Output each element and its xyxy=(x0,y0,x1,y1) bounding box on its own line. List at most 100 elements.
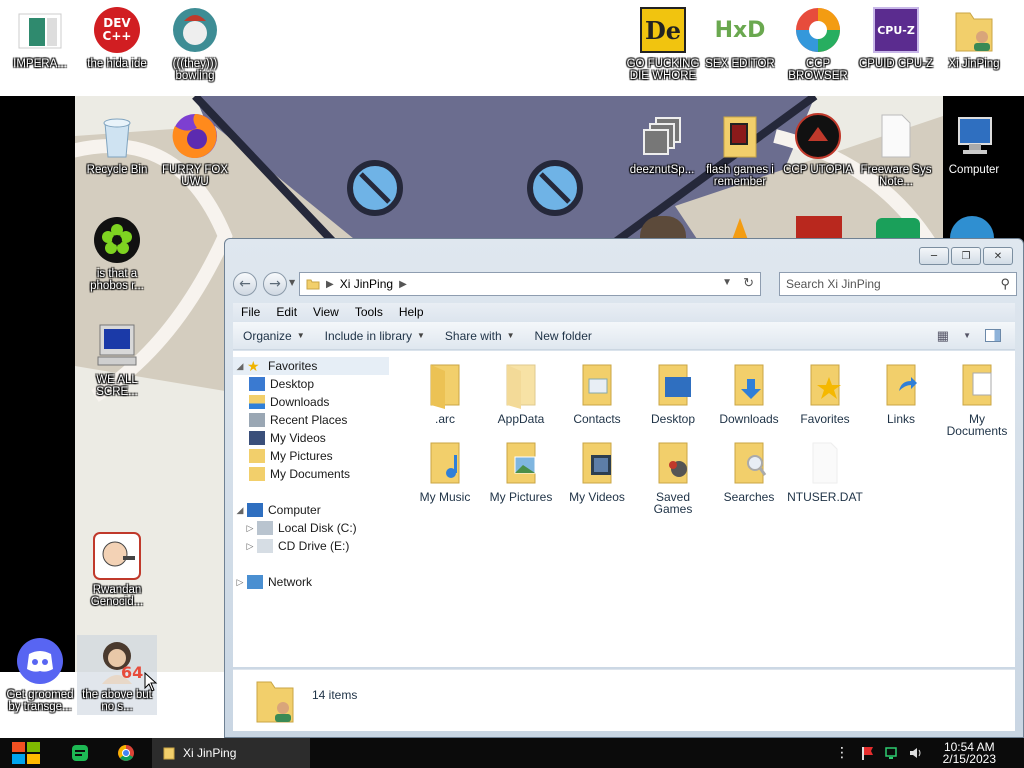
file-item[interactable]: Searches xyxy=(711,439,787,503)
desktop-icon-recycle-bin[interactable]: Recycle Bin xyxy=(77,112,157,176)
menu-edit[interactable]: Edit xyxy=(268,305,305,319)
desktop-icon-cpuz[interactable]: CPU-Z CPUID CPU-Z xyxy=(856,6,936,70)
nav-downloads[interactable]: Downloads xyxy=(249,393,329,411)
recent-pages-dropdown[interactable]: ▼ xyxy=(289,278,295,287)
file-item[interactable]: My Documents xyxy=(939,361,1015,437)
nav-local-disk[interactable]: ▷ Local Disk (C:) xyxy=(243,519,357,537)
breadcrumb-chevron-icon: ▶ xyxy=(326,278,334,290)
expand-arrow-icon[interactable]: ◢ xyxy=(233,361,247,372)
volume-icon[interactable] xyxy=(906,738,924,768)
new-folder-button[interactable]: New folder xyxy=(525,329,602,343)
nav-my-documents[interactable]: My Documents xyxy=(249,465,350,483)
imperial-flag-icon xyxy=(16,6,64,54)
collapse-arrow-icon[interactable]: ▷ xyxy=(243,541,257,552)
menu-tools[interactable]: Tools xyxy=(347,305,391,319)
nav-favorites[interactable]: ◢ ★ Favorites xyxy=(233,357,389,375)
file-item[interactable]: Links xyxy=(863,361,939,425)
taskbar-app-chrome[interactable] xyxy=(112,738,140,768)
desktop-icon-label: IMPERA... xyxy=(13,58,67,70)
taskbar-task-explorer[interactable]: Xi JinPing xyxy=(152,738,310,768)
explorer-window[interactable]: ─ ❐ ✕ ← → ▼ ▶ Xi JinPing ▶ ▼ ↻ Search Xi… xyxy=(224,238,1024,738)
minimize-button[interactable]: ─ xyxy=(919,247,949,265)
documents-small-icon xyxy=(249,467,265,481)
taskbar-app-green[interactable] xyxy=(66,738,94,768)
nav-desktop[interactable]: Desktop xyxy=(249,375,314,393)
folder-small-icon xyxy=(306,279,320,290)
desktop-icon-go-die[interactable]: De GO FUCKING DIE WHORE xyxy=(623,6,703,82)
browser-swirl-icon xyxy=(794,6,842,54)
collapse-arrow-icon[interactable]: ▷ xyxy=(233,577,247,588)
expand-arrow-icon[interactable]: ◢ xyxy=(233,505,247,516)
desktop-icon-furry-fox[interactable]: FURRY FOX UWU xyxy=(155,112,235,188)
nav-cd-drive[interactable]: ▷ CD Drive (E:) xyxy=(243,537,349,555)
include-in-library-button[interactable]: Include in library ▼ xyxy=(315,329,435,343)
nav-my-videos[interactable]: My Videos xyxy=(249,429,326,447)
overflow-icon[interactable]: ⋮ xyxy=(835,738,849,768)
videos-folder-icon xyxy=(573,439,621,487)
nav-computer[interactable]: ◢ Computer xyxy=(233,501,321,519)
folder-small-icon xyxy=(163,747,175,760)
de-badge: De xyxy=(640,7,686,53)
file-label: Saved Games xyxy=(653,490,693,516)
desktop-icon-label: CCP BROWSER xyxy=(788,58,848,82)
desktop-icon-flash-games[interactable]: flash games i remember xyxy=(700,112,780,188)
search-icon[interactable]: ⚲ xyxy=(1000,276,1010,292)
menu-file[interactable]: File xyxy=(233,305,268,319)
file-item[interactable]: My Pictures xyxy=(483,439,559,503)
share-with-button[interactable]: Share with ▼ xyxy=(435,329,525,343)
back-button[interactable]: ← xyxy=(233,272,257,296)
file-item[interactable]: Saved Games xyxy=(635,439,711,515)
menu-help[interactable]: Help xyxy=(391,305,432,319)
file-item[interactable]: Desktop xyxy=(635,361,711,425)
view-options-icon[interactable]: ▦ xyxy=(937,328,949,344)
search-box[interactable]: Search Xi JinPing ⚲ xyxy=(779,272,1017,296)
breadcrumb-item[interactable]: Xi JinPing xyxy=(340,277,393,291)
menu-view[interactable]: View xyxy=(305,305,347,319)
file-item[interactable]: .arc xyxy=(407,361,483,425)
desktop-icon-ccp-browser[interactable]: CCP BROWSER xyxy=(778,6,858,82)
file-item[interactable]: NTUSER.DAT xyxy=(787,439,863,503)
file-item[interactable]: Downloads xyxy=(711,361,787,425)
desktop-icon-rwandan[interactable]: Rwandan Genocid... xyxy=(77,532,157,608)
file-label: Favorites xyxy=(800,412,850,426)
close-button[interactable]: ✕ xyxy=(983,247,1013,265)
desktop-icon-computer[interactable]: Computer xyxy=(934,112,1014,176)
network-tray-icon[interactable] xyxy=(882,738,900,768)
nav-my-pictures[interactable]: My Pictures xyxy=(249,447,333,465)
desktop-icon-bowling[interactable]: (((they))) bowling xyxy=(155,6,235,82)
start-button[interactable] xyxy=(6,738,46,768)
desktop-icon-phobos[interactable]: is that a phobos r... xyxy=(77,216,157,292)
desktop-icon-we-all-scream[interactable]: WE ALL SCRE... xyxy=(77,322,157,398)
user-folder-icon xyxy=(950,6,998,54)
desktop-icon-freeware[interactable]: Freeware Sys Note... xyxy=(856,112,936,188)
preview-pane-icon[interactable] xyxy=(985,329,1001,342)
nav-network[interactable]: ▷ Network xyxy=(233,573,312,591)
computer-monitor-icon xyxy=(950,112,998,160)
collapse-arrow-icon[interactable]: ▷ xyxy=(243,523,257,534)
file-item[interactable]: My Music xyxy=(407,439,483,503)
file-item[interactable]: Contacts xyxy=(559,361,635,425)
desktop-icon-discord[interactable]: Get groomed by transge... xyxy=(0,637,80,713)
file-item[interactable]: AppData xyxy=(483,361,559,425)
action-center-flag-icon[interactable] xyxy=(858,738,876,768)
organize-button[interactable]: Organize ▼ xyxy=(233,329,315,343)
desktop-icon-deeznut[interactable]: deeznutSp... xyxy=(622,112,702,176)
system-clock[interactable]: 10:54 AM 2/15/2023 xyxy=(943,741,996,765)
desktop-icon-imperial[interactable]: IMPERA... xyxy=(0,6,80,70)
nav-recent-places[interactable]: Recent Places xyxy=(249,411,347,429)
maximize-button[interactable]: ❐ xyxy=(951,247,981,265)
address-bar[interactable]: ▶ Xi JinPing ▶ ▼ ↻ xyxy=(299,272,761,296)
forward-button[interactable]: → xyxy=(263,272,287,296)
desktop-icon-devcpp[interactable]: DEV C++ the hida ide xyxy=(77,6,157,70)
address-dropdown-icon[interactable]: ▼ xyxy=(722,277,732,288)
file-item[interactable]: Favorites xyxy=(787,361,863,425)
desktop-icon-sex-editor[interactable]: HxD SEX EDITOR xyxy=(700,6,780,71)
desktop-icon-ccp-utopia[interactable]: CCP UTOPIA xyxy=(778,112,858,176)
firefox-icon xyxy=(171,112,219,160)
desktop-icon-xi-jinping[interactable]: Xi JinPing xyxy=(934,6,1014,70)
view-dropdown-icon[interactable]: ▼ xyxy=(963,331,971,340)
new-folder-label: New folder xyxy=(534,328,592,343)
refresh-icon[interactable]: ↻ xyxy=(743,275,754,291)
menu-bar: File Edit View Tools Help xyxy=(233,303,1015,321)
file-item[interactable]: My Videos xyxy=(559,439,635,503)
